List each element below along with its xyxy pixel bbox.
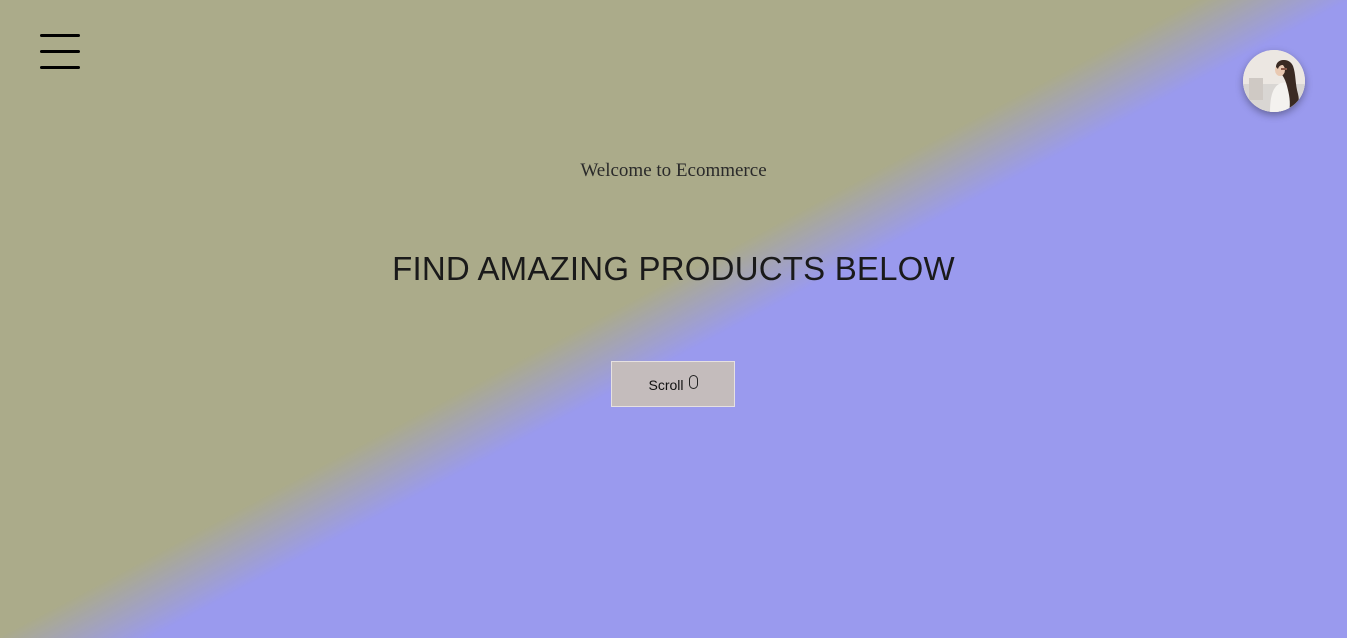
hero-banner: Welcome to Ecommerce FIND AMAZING PRODUC… xyxy=(0,0,1347,638)
scroll-button-label: Scroll xyxy=(648,377,684,393)
user-avatar[interactable] xyxy=(1243,50,1305,112)
page-headline: FIND AMAZING PRODUCTS BELOW xyxy=(392,250,955,287)
menu-bar-bottom xyxy=(40,66,80,69)
menu-bar-top xyxy=(40,34,80,37)
mouse-icon xyxy=(688,375,698,389)
hamburger-menu-icon[interactable] xyxy=(40,34,80,72)
welcome-text: Welcome to Ecommerce xyxy=(580,160,767,181)
menu-bar-middle xyxy=(40,50,80,53)
scroll-button[interactable]: Scroll xyxy=(611,361,735,407)
avatar-image xyxy=(1243,50,1305,112)
